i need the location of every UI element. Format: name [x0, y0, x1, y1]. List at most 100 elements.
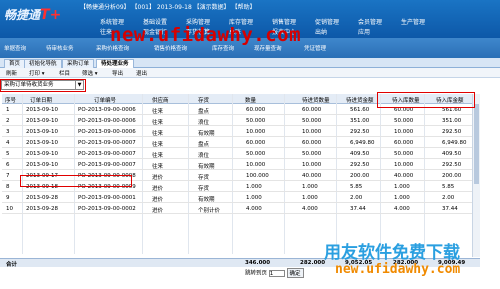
col-header-pending-amount[interactable]: 待进货金额	[346, 96, 374, 104]
cell-date: 2013-09-10	[26, 162, 58, 168]
vertical-scrollbar[interactable]	[472, 94, 480, 257]
cell-code: PO-2013-09-00-0007	[78, 151, 136, 157]
tab-init-guide[interactable]: 初始化导航	[24, 59, 62, 68]
print-button[interactable]: 打印 ▾	[29, 69, 45, 77]
table-row[interactable]: 4 2013-09-10 PO-2013-09-00-0007 往来 盘点 60.000 6…	[2, 139, 472, 148]
menu-item-apps[interactable]: 应用	[358, 27, 370, 36]
cell-pending-qty: 10.000	[302, 129, 322, 135]
cell-qty: 10.000	[246, 129, 266, 135]
cell-in-amount: 37.44	[442, 206, 458, 212]
cell-no: 5	[6, 151, 10, 157]
tab-bar: 首页 初始化导航 采购订单 待处理业务	[0, 58, 500, 68]
cell-pending-qty: 50.000	[302, 118, 322, 124]
col-header-date[interactable]: 订单日期	[30, 96, 52, 104]
cell-vendor: 往来	[152, 131, 164, 137]
cell-code: PO-2013-09-00-0006	[78, 107, 136, 113]
col-header-vendor[interactable]: 供应商	[152, 96, 169, 104]
col-header-no[interactable]: 序号	[5, 96, 16, 104]
exit-button[interactable]: 退出	[136, 69, 147, 77]
cell-in-qty: 4.000	[394, 206, 410, 212]
menu-item-cashier[interactable]: 出纳	[315, 27, 327, 36]
cell-in-amount: 409.50	[442, 151, 462, 157]
cell-no: 7	[6, 173, 10, 179]
cell-pending-amount: 409.50	[350, 151, 370, 157]
cell-code: PO-2013-09-00-0007	[78, 162, 136, 168]
subnav-pending-approval[interactable]: 待审核业务	[46, 44, 74, 52]
cell-date: 2013-09-10	[26, 151, 58, 157]
menu-item-member[interactable]: 会员管理	[358, 17, 382, 26]
cell-pending-qty: 1.000	[302, 184, 318, 190]
cell-date: 2013-09-28	[26, 195, 58, 201]
tab-pending-business[interactable]: 待处理业务	[96, 59, 134, 68]
cell-no: 1	[6, 107, 10, 113]
highlight-box-filter	[0, 79, 86, 92]
subnav-voucher-mgmt[interactable]: 凭证管理	[304, 44, 326, 52]
subnav-doc-query[interactable]: 单据查询	[4, 44, 26, 52]
goto-confirm-button[interactable]: 确定	[286, 268, 304, 278]
cell-vendor: 往来	[152, 164, 164, 170]
table-row[interactable]: 9 2013-09-28 PO-2013-09-00-0001 进价 有效期 1.000 1…	[2, 194, 472, 203]
pager: 跳转到页 1 确定	[245, 268, 304, 278]
menu-item-promotion[interactable]: 促销管理	[315, 17, 339, 26]
cell-in-qty: 1.000	[394, 184, 410, 190]
cell-no: 3	[6, 129, 10, 135]
cell-vendor: 进价	[152, 175, 164, 181]
cell-item: 有效期	[198, 131, 215, 137]
tab-home[interactable]: 首页	[4, 59, 26, 68]
col-header-item[interactable]: 存货	[198, 96, 209, 104]
cell-in-qty: 40.000	[394, 173, 414, 179]
cell-qty: 60.000	[246, 107, 266, 113]
scrollbar-thumb[interactable]	[474, 104, 479, 184]
cell-qty: 4.000	[246, 206, 262, 212]
cell-code: PO-2013-09-00-0002	[78, 206, 136, 212]
cell-pending-amount: 200.00	[350, 173, 370, 179]
col-header-pending-qty[interactable]: 待进货数量	[302, 96, 330, 104]
cell-pending-qty: 1.000	[302, 195, 318, 201]
watermark-url: new.ufidawhy.com	[110, 24, 302, 46]
tab-purchase-order[interactable]: 采购订单	[62, 59, 95, 68]
refresh-button[interactable]: 刷新	[6, 69, 17, 77]
cell-pending-qty: 10.000	[302, 162, 322, 168]
columns-button[interactable]: 栏目	[59, 69, 70, 77]
cell-date: 2013-09-28	[26, 206, 58, 212]
cell-no: 2	[6, 118, 10, 124]
cell-pending-amount: 37.44	[350, 206, 366, 212]
cell-qty: 1.000	[246, 195, 262, 201]
cell-in-amount: 351.00	[442, 118, 462, 124]
cell-no: 4	[6, 140, 10, 146]
cell-pending-amount: 561.60	[350, 107, 370, 113]
cell-pending-qty: 60.000	[302, 107, 322, 113]
page-number-input[interactable]: 1	[268, 269, 285, 277]
cell-pending-amount: 2.00	[350, 195, 363, 201]
cell-qty: 10.000	[246, 162, 266, 168]
table-row[interactable]: 2 2013-09-10 PO-2013-09-00-0006 往来 浪位 50.000 5…	[2, 117, 472, 126]
table-row[interactable]: 5 2013-09-10 PO-2013-09-00-0007 往来 浪位 50.000 5…	[2, 150, 472, 159]
page-number-value: 1	[269, 270, 274, 277]
cell-code: PO-2013-09-00-0007	[78, 140, 136, 146]
cell-vendor: 往来	[152, 153, 164, 159]
col-header-qty[interactable]: 数量	[245, 96, 256, 104]
cell-qty: 1.000	[246, 184, 262, 190]
menu-item-production[interactable]: 生产管理	[401, 17, 425, 26]
cell-in-amount: 2.00	[442, 195, 455, 201]
table-row[interactable]: 3 2013-09-10 PO-2013-09-00-0006 往来 有效期 10.000…	[2, 128, 472, 137]
col-header-code[interactable]: 订单编号	[94, 96, 116, 104]
cell-in-qty: 10.000	[394, 129, 414, 135]
cell-date: 2013-09-10	[26, 129, 58, 135]
table-row[interactable]: 6 2013-09-10 PO-2013-09-00-0007 往来 有效期 10.000…	[2, 161, 472, 170]
cell-no: 8	[6, 184, 10, 190]
cell-vendor: 往来	[152, 109, 164, 115]
cell-pending-amount: 351.00	[350, 118, 370, 124]
cell-in-amount: 6,949.80	[442, 140, 467, 146]
cell-in-qty: 50.000	[394, 118, 414, 124]
cell-in-amount: 292.50	[442, 162, 462, 168]
table-row[interactable]: 10 2013-09-28 PO-2013-09-00-0002 进价 个别计价 4.00…	[2, 205, 472, 214]
cell-in-qty: 10.000	[394, 162, 414, 168]
cell-item: 个别计价	[198, 208, 221, 214]
cell-qty: 60.000	[246, 140, 266, 146]
cell-item: 有效期	[198, 197, 215, 203]
highlight-box-in-columns	[377, 92, 475, 108]
filter-button[interactable]: 筛选 ▾	[82, 69, 98, 77]
export-button[interactable]: 导出	[112, 69, 123, 77]
cell-pending-qty: 4.000	[302, 206, 318, 212]
